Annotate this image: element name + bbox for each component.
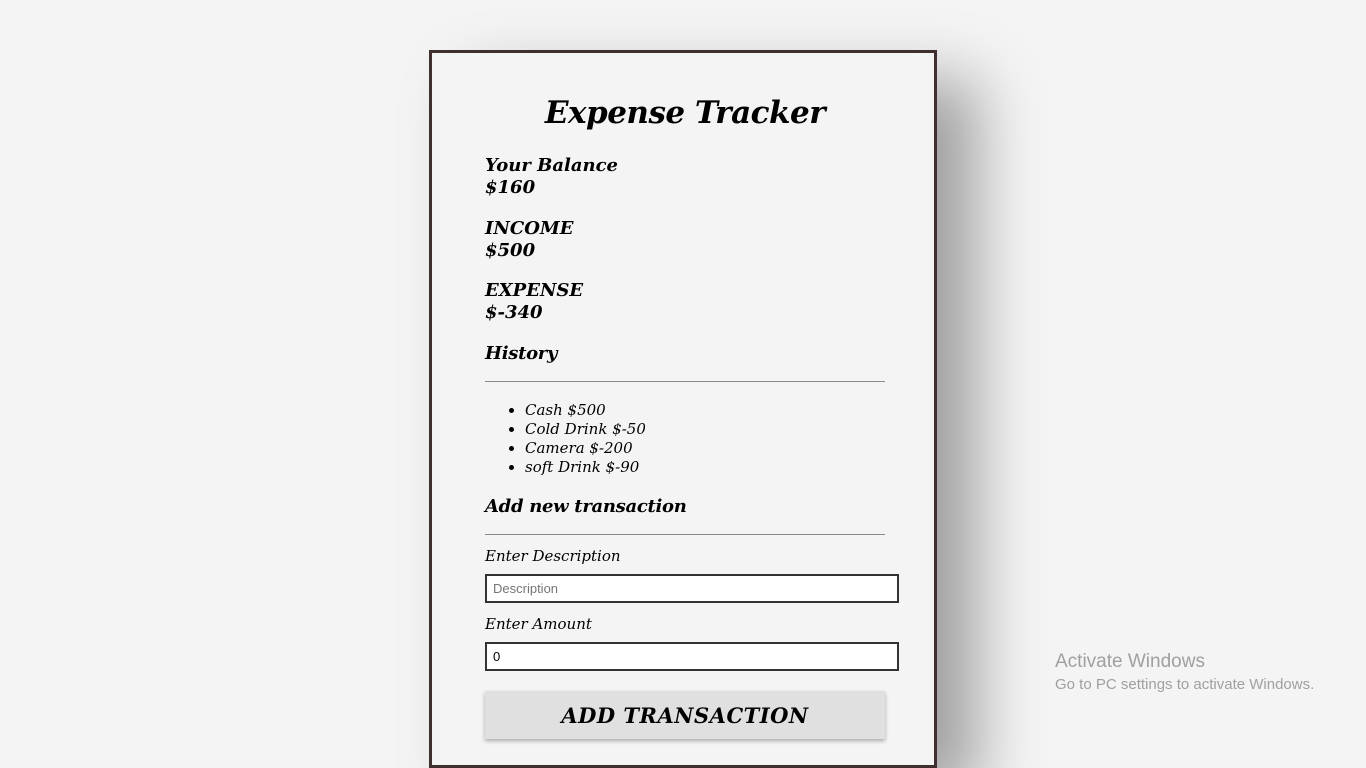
expense-tracker-card: Expense Tracker Your Balance $160 INCOME… <box>429 50 937 768</box>
history-divider <box>485 381 885 382</box>
history-item: Camera $-200 <box>525 439 646 458</box>
history-list: Cash $500 Cold Drink $-50 Camera $-200 s… <box>485 401 646 477</box>
income-block: INCOME $500 <box>485 218 574 262</box>
income-label: INCOME <box>485 218 574 239</box>
expense-block: EXPENSE $-340 <box>485 280 583 324</box>
expense-value: $-340 <box>485 302 543 323</box>
amount-label: Enter Amount <box>485 615 592 633</box>
amount-input[interactable] <box>485 642 899 671</box>
history-item: soft Drink $-90 <box>525 458 646 477</box>
add-transaction-title: Add new transaction <box>485 496 687 517</box>
history-item: Cash $500 <box>525 401 646 420</box>
app-title: Expense Tracker <box>544 95 826 131</box>
balance-label: Your Balance <box>485 155 619 176</box>
watermark-title: Activate Windows <box>1055 651 1205 672</box>
balance-block: Your Balance $160 <box>485 155 618 199</box>
history-title: History <box>485 343 558 364</box>
description-input[interactable] <box>485 574 899 603</box>
income-value: $500 <box>485 240 536 261</box>
activate-windows-watermark: Activate Windows Go to PC settings to ac… <box>1055 651 1314 697</box>
watermark-subtitle: Go to PC settings to activate Windows. <box>1055 676 1315 693</box>
expense-label: EXPENSE <box>485 280 584 301</box>
add-transaction-button[interactable]: ADD TRANSACTION <box>485 691 885 739</box>
form-divider <box>485 534 885 535</box>
balance-value: $160 <box>485 177 536 198</box>
description-label: Enter Description <box>485 547 621 565</box>
history-item: Cold Drink $-50 <box>525 420 646 439</box>
